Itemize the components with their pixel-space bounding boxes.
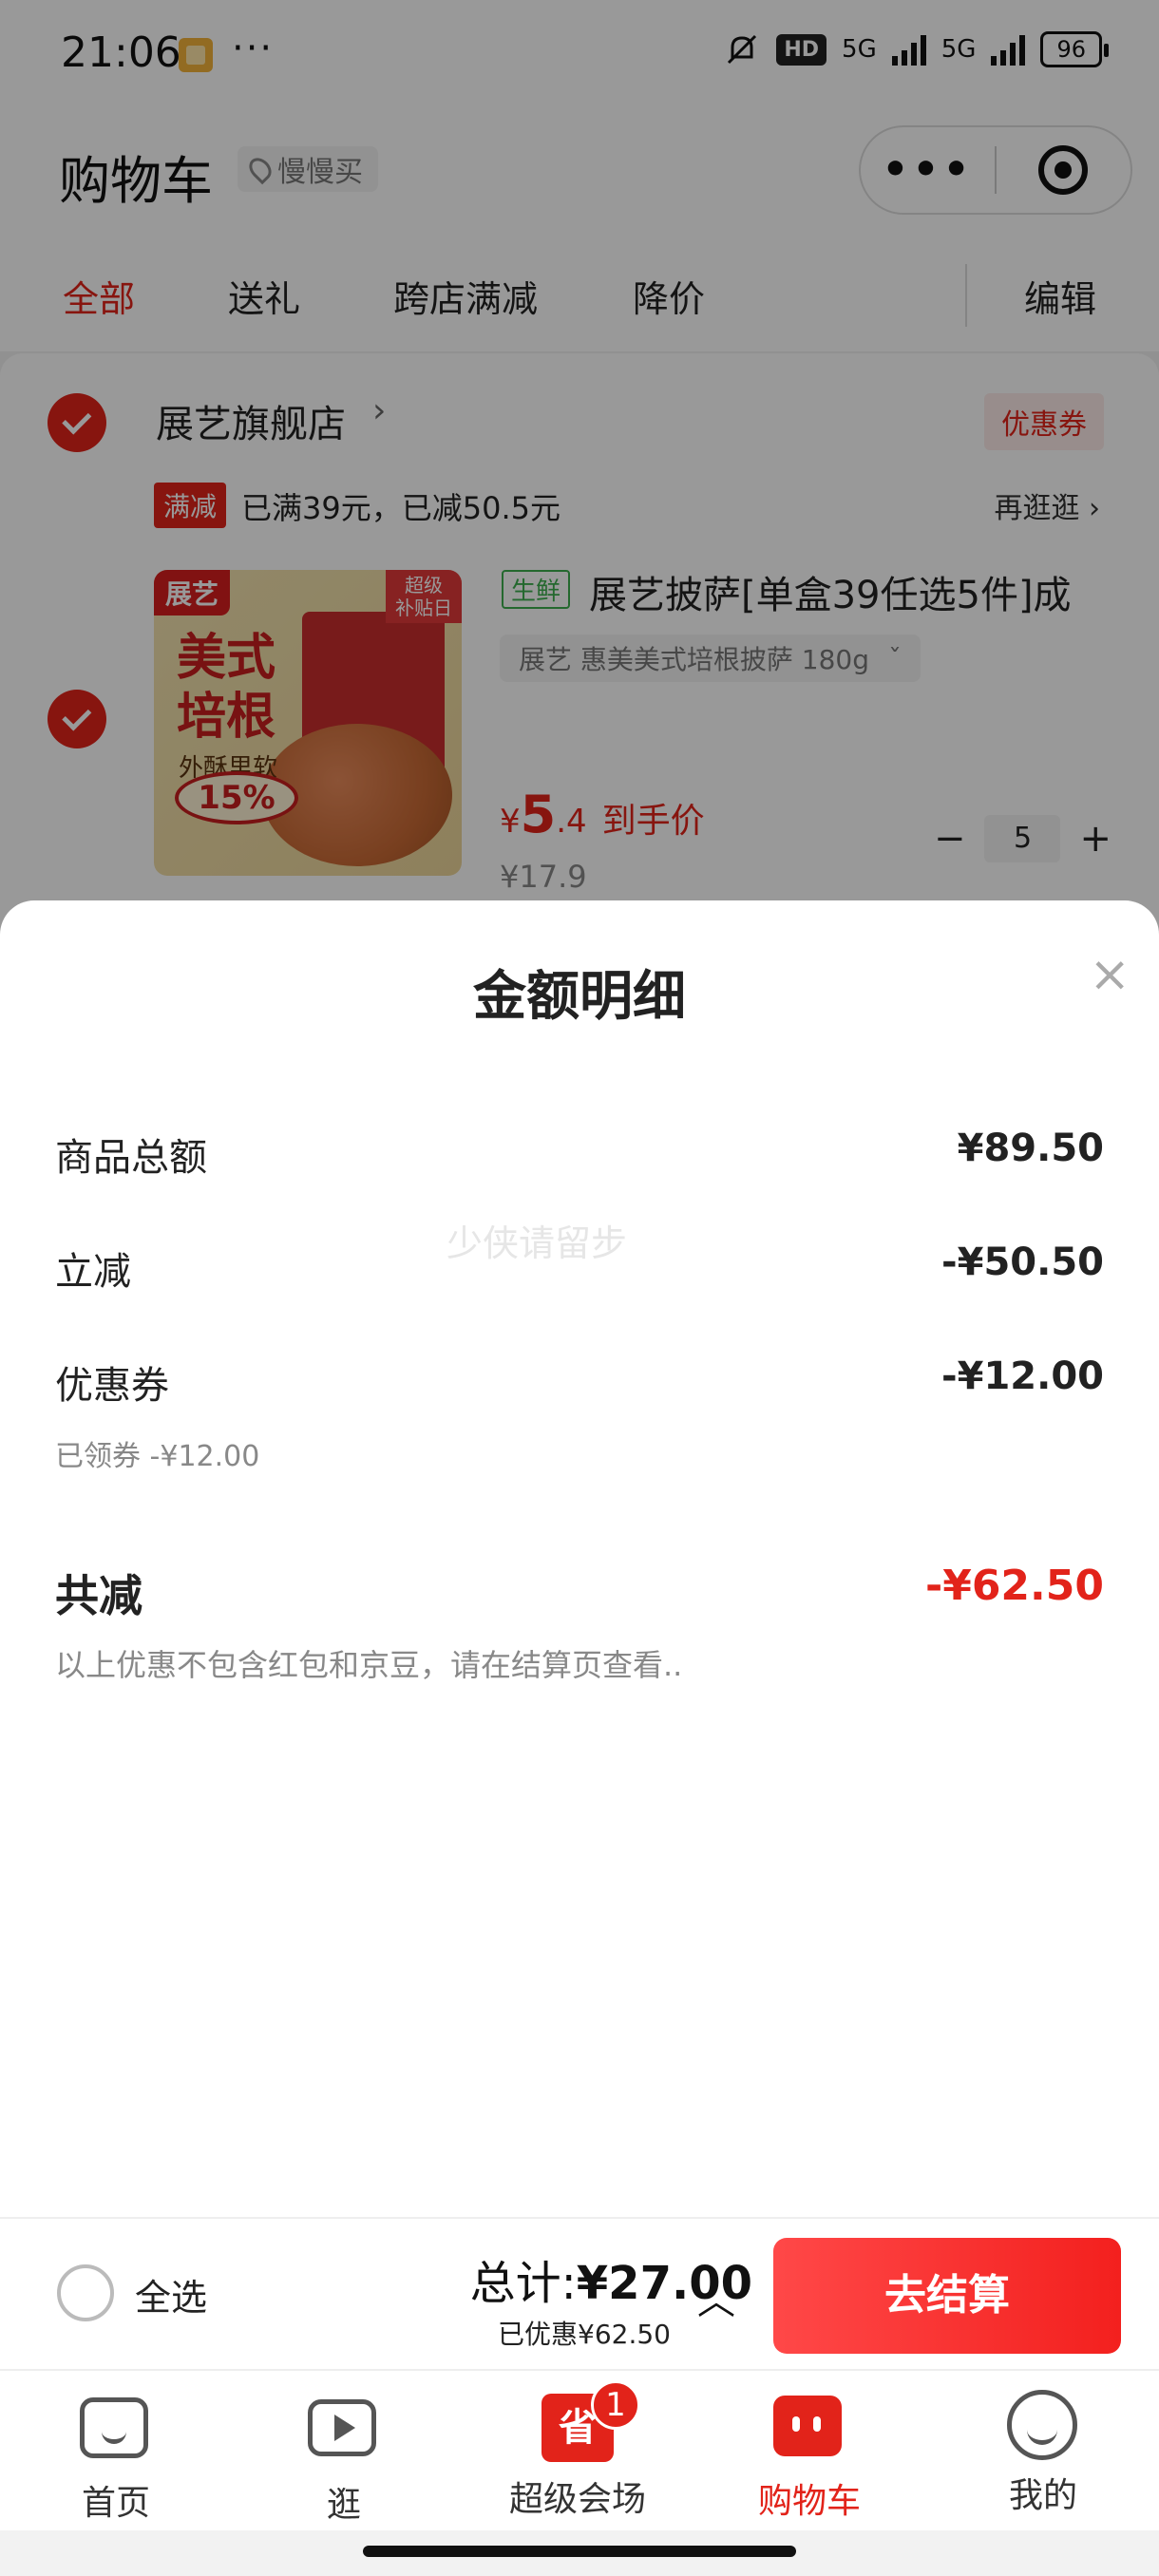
- bottom-nav: 首页 逛 省 1 超级会场 购物车 我的: [0, 2369, 1159, 2530]
- total-discount-note: 以上优惠不包含红包和京豆，请在结算页查看..: [55, 1647, 683, 1683]
- nav-item-browse[interactable]: 逛: [249, 2390, 439, 2527]
- instant-discount-value: -¥50.50: [941, 1241, 1104, 1284]
- sheet-title: 金额明细: [473, 966, 686, 1028]
- close-icon[interactable]: ×: [1089, 946, 1130, 1003]
- nav-label-cart: 购物车: [757, 2482, 861, 2521]
- nav-item-home[interactable]: 首页: [21, 2390, 211, 2525]
- nav-label-profile: 我的: [1008, 2476, 1077, 2515]
- nav-label-home: 首页: [81, 2484, 150, 2523]
- total-discount-label: 共减: [55, 1570, 142, 1621]
- home-indicator[interactable]: [363, 2546, 796, 2557]
- nav-item-profile[interactable]: 我的: [948, 2390, 1138, 2517]
- watermark-text: 少侠请留步: [446, 1222, 628, 1264]
- profile-icon: [1007, 2390, 1077, 2460]
- instant-discount-label: 立减: [55, 1250, 131, 1294]
- nav-label-browse: 逛: [326, 2486, 361, 2525]
- notification-badge: 1: [591, 2380, 640, 2430]
- nav-item-cart[interactable]: 购物车: [714, 2390, 904, 2523]
- coupon-note: 已领券 -¥12.00: [55, 1440, 260, 1473]
- cart-icon: [773, 2396, 842, 2456]
- select-all-checkbox[interactable]: [57, 2264, 114, 2321]
- coupon-label: 优惠券: [55, 1364, 169, 1408]
- video-icon: [308, 2399, 376, 2456]
- total-discount-value: -¥62.50: [924, 1562, 1104, 1610]
- select-all-label[interactable]: 全选: [135, 2268, 207, 2320]
- coupon-value: -¥12.00: [941, 1354, 1104, 1398]
- checkout-bar: 全选 总计:¥27.00 已优惠¥62.50 ︿ 去结算: [0, 2217, 1159, 2369]
- nav-item-super-venue[interactable]: 省 1 超级会场: [483, 2380, 673, 2521]
- subtotal-value: ¥89.50: [957, 1127, 1104, 1170]
- nav-label-super-venue: 超级会场: [508, 2480, 646, 2519]
- saved-amount: 已优惠¥62.50: [498, 2319, 671, 2350]
- subtotal-label: 商品总额: [55, 1136, 207, 1180]
- total-prefix: 总计:: [469, 2257, 577, 2310]
- home-icon: [80, 2397, 148, 2458]
- price-detail-sheet: 金额明细 × 少侠请留步 商品总额 ¥89.50 立减 -¥50.50 优惠券 …: [0, 900, 1159, 2217]
- checkout-button[interactable]: 去结算: [773, 2238, 1121, 2354]
- chevron-up-icon[interactable]: ︿: [697, 2270, 735, 2325]
